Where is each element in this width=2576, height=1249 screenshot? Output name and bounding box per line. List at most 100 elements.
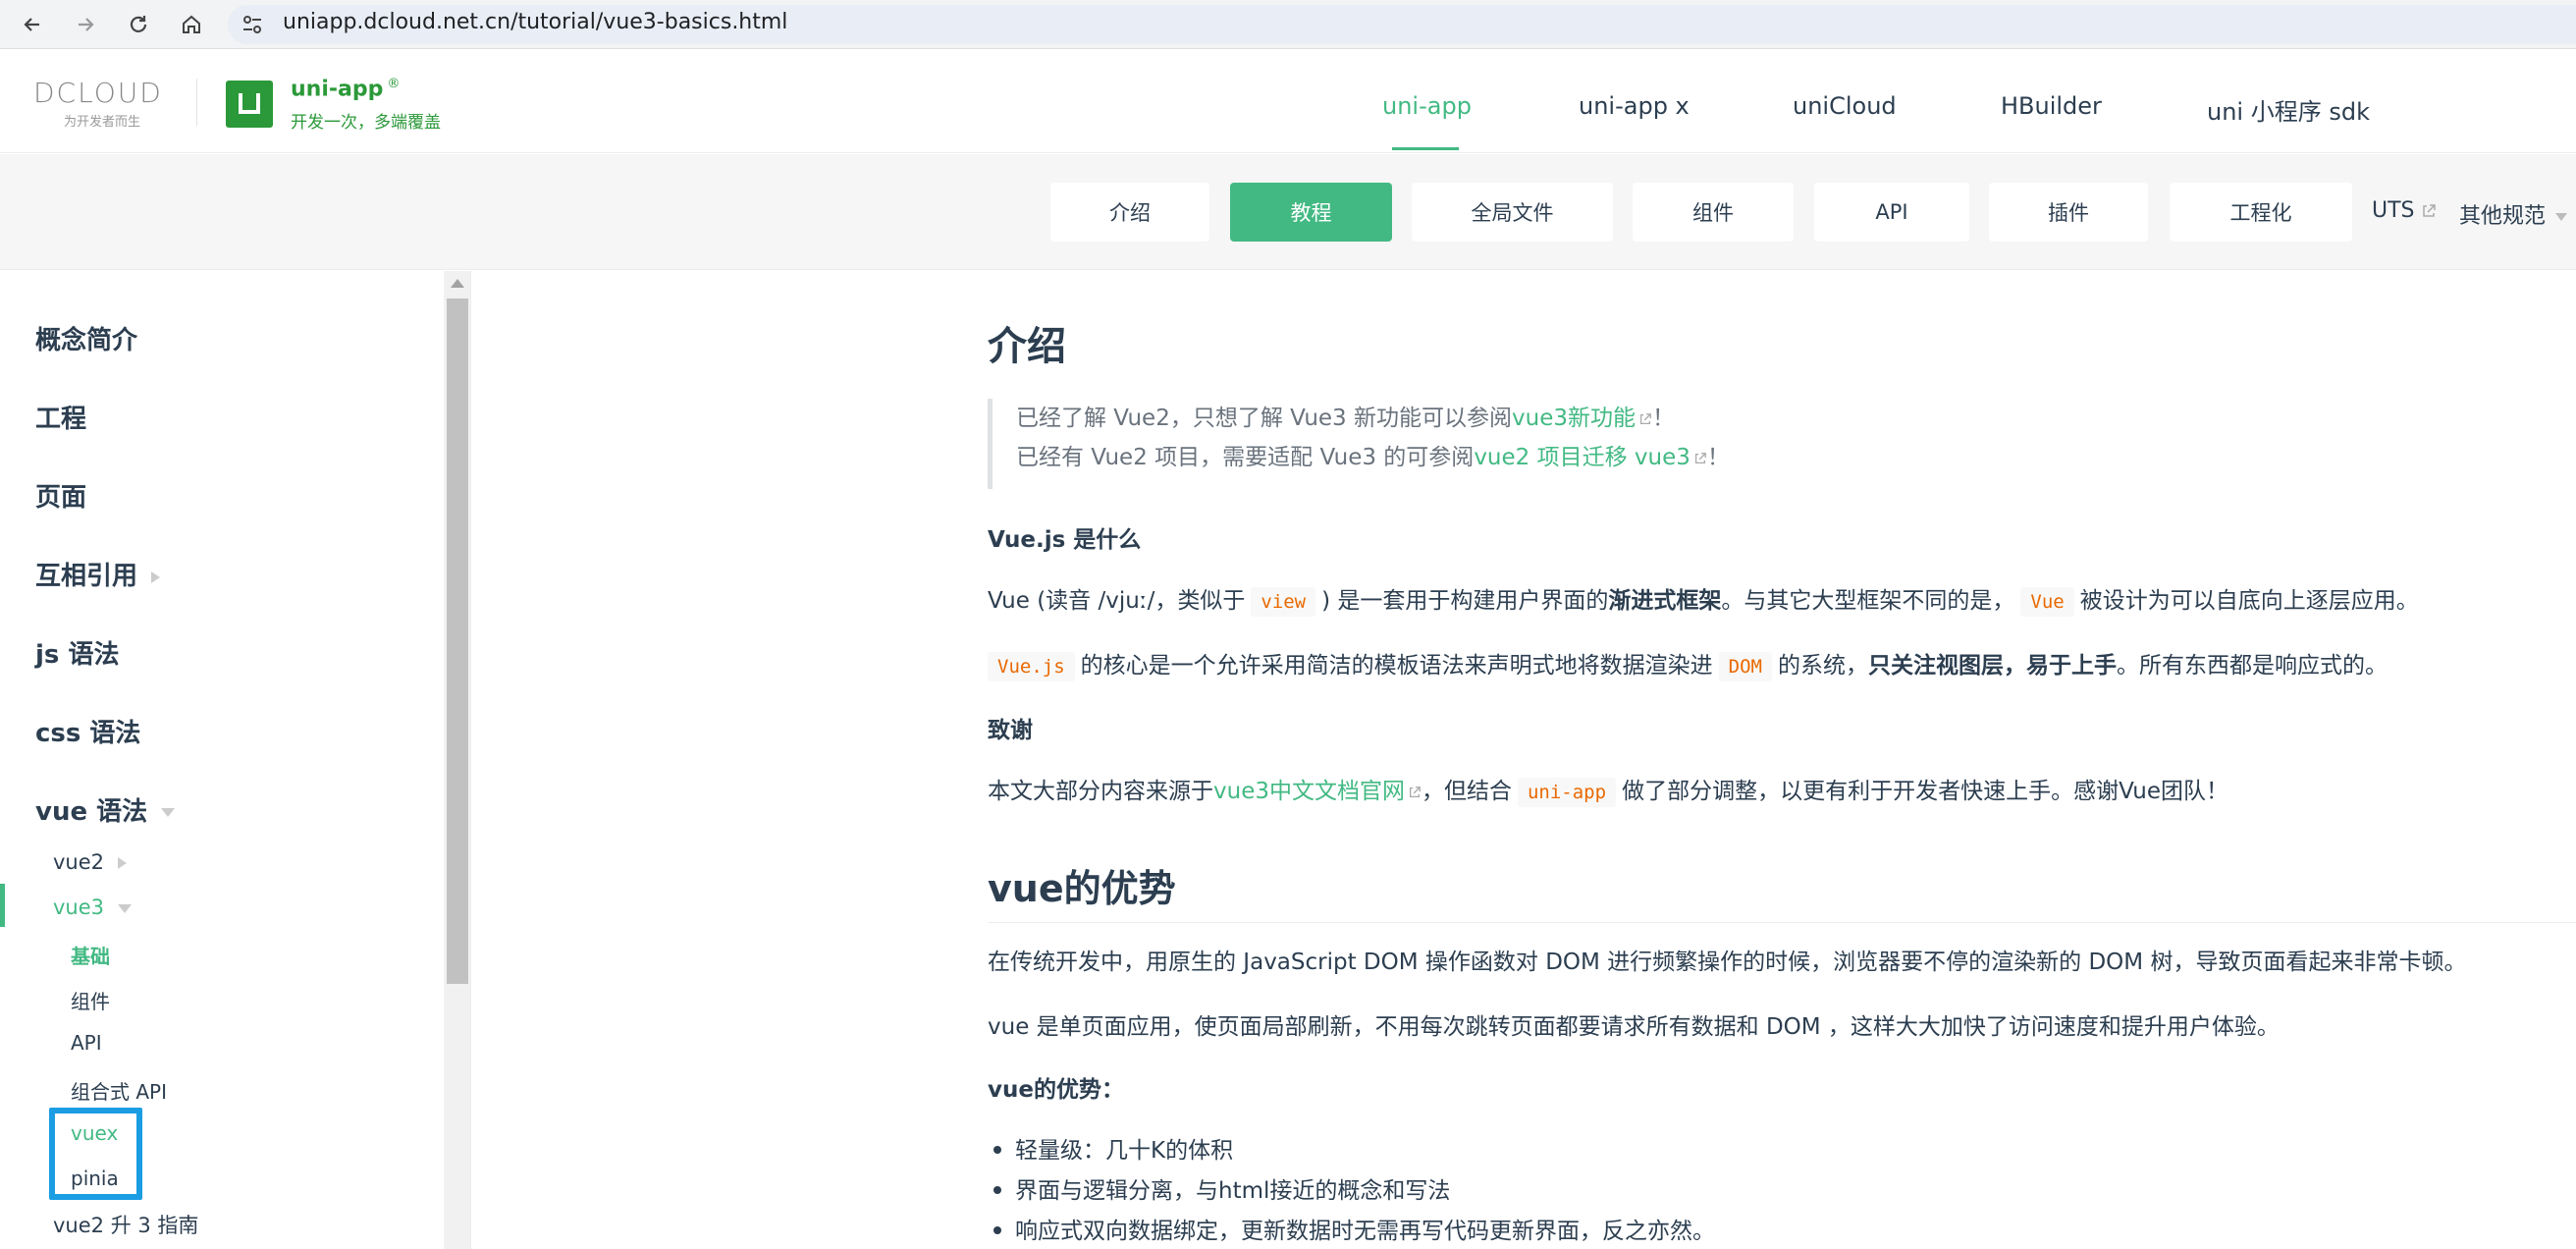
back-icon[interactable] [16,8,49,41]
top-nav-unicloud[interactable]: uniCloud [1793,92,1897,120]
top-nav-hbuilder[interactable]: HBuilder [2001,92,2102,120]
p2-text-b: 的系统， [1777,653,1868,679]
heading-what-is-vue: Vue.js 是什么 [988,527,1142,553]
scroll-up-icon[interactable] [451,279,464,288]
logo-divider [196,79,197,126]
external-link-icon [1694,452,1706,463]
external-link-icon [1409,786,1421,797]
site-info-icon[interactable] [240,12,265,37]
subnav-other-label: 其他规范 [2459,204,2547,229]
vue3-new-features-link[interactable]: vue3新功能 [1512,406,1636,431]
vue2-migration-link[interactable]: vue2 项目迁移 vue3 [1474,445,1690,470]
p1-text-a: Vue (读音 /vjuː/，类似于 [988,588,1246,614]
sidebar-group-vue-syntax[interactable]: vue 语法 [35,791,176,828]
sidebar-group-page[interactable]: 页面 [35,477,86,514]
inline-code: Vue.js [988,652,1075,681]
chevron-right-icon [118,857,128,869]
list-item: 界面与逻辑分离，与html接近的概念和写法 [988,1171,1450,1205]
url-text[interactable]: uniapp.dcloud.net.cn/tutorial/vue3-basic… [283,10,787,34]
sidebar: 概念简介 工程 页面 互相引用 js 语法 css 语法 vue 语法 vue2… [0,271,471,1249]
p2-bold: 只关注视图层，易于上手 [1867,653,2117,679]
sidebar-item-vue2-label: vue2 [53,850,105,874]
sidebar-item-vue2[interactable]: vue2 [53,850,128,874]
sidebar-group-js-syntax[interactable]: js 语法 [35,634,119,671]
p3-text-a: 本文大部分内容来源于 [988,779,1213,804]
intro-blockquote: 已经了解 Vue2，只想了解 Vue3 新功能可以参阅vue3新功能 ！ 已经有 … [988,399,2576,489]
p3-text-b: ，但结合 [1421,779,1512,804]
highlight-box [49,1108,142,1200]
sidebar-group-references[interactable]: 互相引用 [35,556,161,592]
p1-text-d: 被设计为可以自底向上逐层应用。 [2079,588,2419,614]
sidebar-item-api[interactable]: API [71,1031,102,1055]
inline-code: view [1251,587,1316,617]
uni-app-subtitle: 开发一次，多端覆盖 [291,113,441,133]
subnav-api[interactable]: API [1814,183,1969,242]
main-content: 介绍 已经了解 Vue2，只想了解 Vue3 新功能可以参阅vue3新功能 ！ 已… [988,271,2576,1249]
sidebar-group-project[interactable]: 工程 [35,399,86,435]
quote-line-1-text: 已经了解 Vue2，只想了解 Vue3 新功能可以参阅 [1016,406,1513,431]
dcloud-logo[interactable]: DCLOUD 为开发者而生 [33,77,171,130]
p2-text-c: 。所有东西都是响应式的。 [2116,653,2388,679]
quote-line-2-text: 已经有 Vue2 项目，需要适配 Vue3 的可参阅 [1016,445,1475,470]
uni-app-logo-icon[interactable] [226,81,273,128]
subnav-other-specs[interactable]: 其他规范 [2459,198,2568,230]
uni-app-title[interactable]: uni-app ® [291,77,400,101]
heading-advantages-list: vue的优势： [988,1077,1124,1103]
registered-mark: ® [387,77,401,91]
top-nav-mini-program-sdk[interactable]: uni 小程序 sdk [2207,92,2370,127]
external-link-icon [2422,204,2436,217]
heading-vue-advantages: vue的优势 [988,858,2576,923]
top-nav-uni-app[interactable]: uni-app [1382,92,1472,120]
vue3-docs-link[interactable]: vue3中文文档官网 [1213,779,1405,804]
subnav-components[interactable]: 组件 [1633,183,1794,242]
reload-icon[interactable] [122,8,155,41]
sidebar-item-composition-api[interactable]: 组合式 API [71,1076,167,1105]
p2-text-a: 的核心是一个允许采用简洁的模板语法来声明式地将数据渲染进 [1080,653,1713,679]
forward-icon[interactable] [69,8,102,41]
p1-bold: 渐进式框架 [1608,588,1722,614]
subnav-tutorial[interactable]: 教程 [1230,183,1392,242]
paragraph-spa: vue 是单页面应用，使页面局部刷新，不用每次跳转页面都要请求所有数据和 DOM… [988,1014,2280,1040]
sidebar-scroll-thumb[interactable] [447,299,468,984]
page-title: 介绍 [988,324,1066,369]
p1-text-c: 。与其它大型框架不同的是， [1721,588,2015,614]
home-icon[interactable] [175,8,208,41]
sidebar-group-concepts[interactable]: 概念简介 [35,320,137,356]
quote-line-2: 已经有 Vue2 项目，需要适配 Vue3 的可参阅vue2 项目迁移 vue3… [1016,438,2576,477]
sidebar-item-vue2-to-3-guide[interactable]: vue2 升 3 指南 [53,1210,198,1239]
dcloud-slogan: 为开发者而生 [63,115,140,130]
uni-app-title-text: uni-app [291,77,384,102]
dcloud-logo-text: DCLOUD [33,77,163,109]
sidebar-item-vue3[interactable]: vue3 [53,896,133,919]
paragraph-thanks: 本文大部分内容来源于vue3中文文档官网 ，但结合 uni-app 做了部分调整，以更… [988,772,2228,807]
list-item: 响应式双向数据绑定，更新数据时无需再写代码更新界面，反之亦然。 [988,1212,1715,1245]
sidebar-item-components[interactable]: 组件 [71,986,110,1014]
quote-line-1: 已经了解 Vue2，只想了解 Vue3 新功能可以参阅vue3新功能 ！ [1016,399,2576,438]
paragraph-vue-core: Vue.js 的核心是一个允许采用简洁的模板语法来声明式地将数据渲染进 DOM 的系统… [988,646,2388,681]
chevron-down-icon [161,808,176,817]
sidebar-group-references-label: 互相引用 [35,562,138,591]
external-link-icon [1639,412,1651,424]
paragraph-traditional-dev: 在传统开发中，用原生的 JavaScript DOM 操作函数对 DOM 进行频… [988,950,2467,975]
subnav-global-files[interactable]: 全局文件 [1412,183,1613,242]
sidebar-item-basics[interactable]: 基础 [71,941,110,969]
subnav-plugins[interactable]: 插件 [1989,183,2148,242]
paragraph-vue-intro: Vue (读音 /vjuː/，类似于 view) 是一套用于构建用户界面的渐进式框… [988,581,2419,617]
top-nav-uni-app-x[interactable]: uni-app x [1579,92,1690,120]
chevron-right-icon [151,570,161,583]
heading-thanks: 致谢 [988,718,1033,743]
chevron-down-icon [118,903,133,913]
subnav-uts-label: UTS [2372,198,2415,223]
top-nav-active-indicator [1392,147,1459,150]
subnav-engineering[interactable]: 工程化 [2170,183,2352,242]
sub-nav: 介绍 教程 全局文件 组件 API 插件 工程化 UTS 其他规范 [0,154,2576,270]
quote-line-1-end: ！ [1652,406,1675,431]
p3-text-c: 做了部分调整，以更有利于开发者快速上手。感谢Vue团队！ [1622,779,2228,804]
active-item-indicator [0,884,5,927]
subnav-uts[interactable]: UTS [2372,198,2437,223]
chevron-down-icon [2555,213,2568,221]
p1-text-b: ) 是一套用于构建用户界面的 [1321,588,1609,614]
subnav-intro[interactable]: 介绍 [1050,183,1209,242]
sidebar-group-css-syntax[interactable]: css 语法 [35,713,140,749]
list-item: 轻量级：几十K的体积 [988,1131,1233,1165]
